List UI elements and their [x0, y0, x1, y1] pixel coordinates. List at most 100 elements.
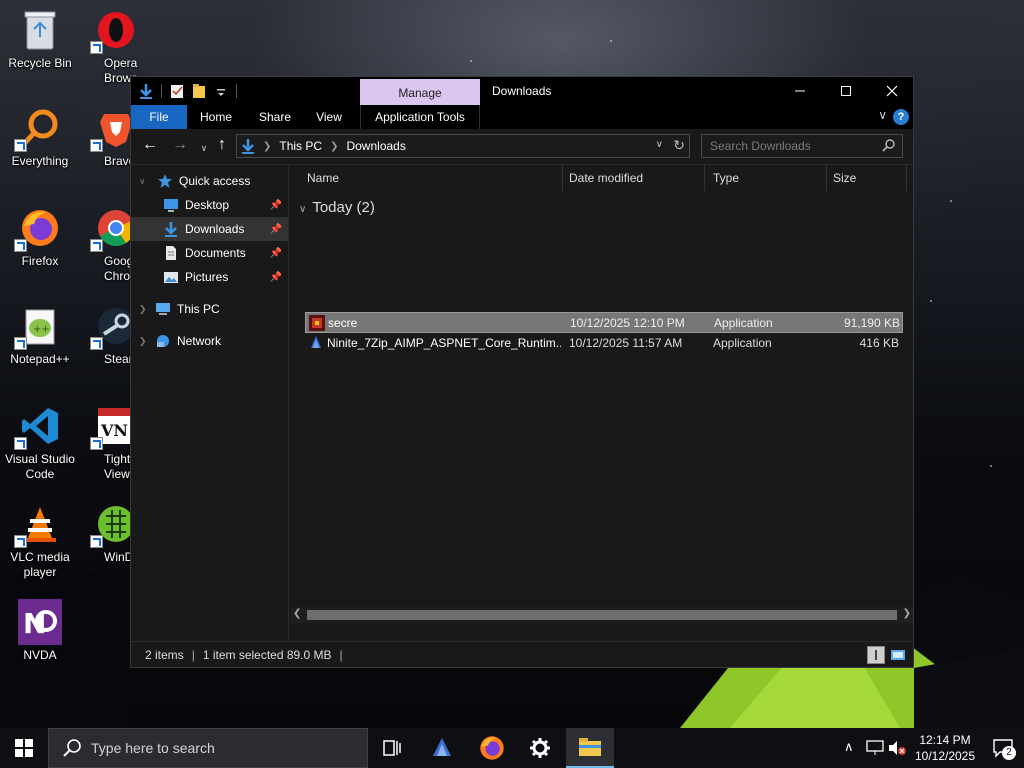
expand-ribbon-chevron-icon[interactable]: ∨ [878, 108, 887, 122]
tab-application-tools[interactable]: Application Tools [360, 105, 480, 129]
close-icon [886, 85, 898, 97]
search-icon [63, 739, 81, 757]
shortcut-arrow-icon [14, 535, 27, 548]
column-header-date-modified[interactable]: Date modified [561, 165, 705, 191]
title-bar[interactable]: Manage Downloads [131, 77, 913, 105]
show-hidden-icons-chevron-icon[interactable]: ∧ [844, 739, 854, 755]
desktop-icon-vlc[interactable]: VLC media player [0, 502, 80, 580]
taskbar-app-firefox[interactable] [468, 728, 516, 768]
star-icon [158, 174, 172, 188]
expand-chevron-icon[interactable]: ❯ [139, 304, 147, 315]
desktop-icon [164, 199, 178, 212]
group-header-today[interactable]: ∨ Today (2) [299, 199, 375, 216]
desktop-icon-opera[interactable]: Opera Brows [76, 8, 156, 86]
file-row-ninite[interactable]: Ninite_7Zip_AIMP_ASPNET_Core_Runtim... 1… [305, 333, 903, 354]
tab-share[interactable]: Share [253, 105, 297, 129]
search-input[interactable] [702, 135, 872, 157]
status-separator: | [191, 647, 195, 662]
maximize-button[interactable] [823, 77, 869, 105]
file-date: 10/12/2025 12:10 PM [570, 316, 685, 330]
nav-item-this-pc[interactable]: ❯ This PC [131, 297, 288, 321]
nav-item-desktop[interactable]: Desktop 📌 [131, 193, 288, 217]
tab-home[interactable]: Home [191, 105, 241, 129]
opera-icon [90, 8, 138, 54]
desktop-icon-everything[interactable]: Everything [0, 106, 80, 169]
nav-item-downloads[interactable]: Downloads 📌 [131, 217, 288, 241]
downloads-arrow-icon [140, 84, 152, 99]
desktop-icon-vscode[interactable]: Visual Studio Code [0, 404, 80, 482]
desktop-icon-firefox[interactable]: Firefox [0, 206, 80, 269]
shortcut-arrow-icon [90, 535, 103, 548]
nav-item-pictures[interactable]: Pictures 📌 [131, 265, 288, 289]
taskbar-search-input[interactable] [91, 740, 351, 756]
new-folder-icon[interactable] [192, 83, 206, 99]
properties-icon[interactable] [170, 83, 184, 99]
desktop-icon-notepad-plus-plus[interactable]: ++ Notepad++ [0, 304, 80, 367]
desktop-icon-nvda[interactable]: N NVDA [0, 599, 80, 663]
network-icon [157, 335, 169, 347]
column-header-name[interactable]: Name [299, 165, 563, 191]
breadcrumb-this-pc[interactable]: This PC [279, 139, 322, 153]
tab-file[interactable]: File [131, 105, 187, 129]
desktop-icon-recycle-bin[interactable]: Recycle Bin [0, 8, 80, 71]
search-icon[interactable] [882, 138, 896, 152]
start-button[interactable] [0, 728, 48, 768]
status-bar: 2 items | 1 item selected 89.0 MB | [131, 641, 913, 667]
recent-locations-chevron-icon[interactable]: ∨ [195, 140, 213, 156]
large-icons-view-button[interactable] [889, 646, 907, 664]
pin-icon: 📌 [269, 223, 282, 235]
column-header-row: Name Date modified Type Size [291, 165, 913, 191]
manage-contextual-tab[interactable]: Manage [360, 79, 480, 105]
file-name: secre [328, 316, 358, 330]
minimize-button[interactable] [777, 77, 823, 105]
pin-icon: 📌 [269, 199, 282, 211]
breadcrumb-separator-icon: ❯ [330, 140, 339, 152]
expand-chevron-icon[interactable]: ❯ [139, 336, 147, 347]
column-header-type[interactable]: Type [705, 165, 827, 191]
volume-muted-icon[interactable] [888, 740, 906, 756]
network-status-icon[interactable] [866, 740, 884, 756]
file-date: 10/12/2025 11:57 AM [569, 336, 683, 350]
file-type: Application [713, 336, 772, 350]
nav-item-documents[interactable]: Documents 📌 [131, 241, 288, 265]
scroll-left-icon[interactable]: ❮ [293, 608, 301, 619]
collapse-chevron-icon[interactable]: ∨ [299, 204, 306, 215]
file-row-secre[interactable]: secre 10/12/2025 12:10 PM Application 91… [305, 312, 903, 333]
taskbar-app-settings[interactable] [516, 728, 564, 768]
taskbar-search-box[interactable] [48, 728, 368, 768]
forward-arrow-icon[interactable]: → [171, 137, 189, 153]
help-icon[interactable]: ? [893, 109, 909, 125]
refresh-icon[interactable]: ↻ [673, 137, 685, 154]
everything-icon [14, 106, 62, 152]
tab-view[interactable]: View [311, 105, 347, 129]
search-box[interactable] [701, 134, 903, 158]
horizontal-scrollbar[interactable]: ❮ ❯ [291, 607, 913, 623]
nav-item-label: Downloads [185, 222, 245, 236]
up-arrow-icon[interactable]: ↑ [213, 137, 231, 153]
file-name: Ninite_7Zip_AIMP_ASPNET_Core_Runtim... [327, 336, 561, 350]
details-view-button[interactable] [867, 646, 885, 664]
action-center-button[interactable]: 2 [992, 738, 1016, 760]
address-bar[interactable]: ❯ This PC ❯ Downloads ∨ ↻ [236, 134, 690, 158]
firefox-icon [14, 206, 62, 252]
address-history-chevron-icon[interactable]: ∨ [656, 139, 663, 150]
task-view-button[interactable] [368, 728, 416, 768]
taskbar-app-file-explorer[interactable] [566, 728, 614, 768]
customize-toolbar-icon[interactable] [214, 83, 228, 99]
taskbar-clock[interactable]: 12:14 PM 10/12/2025 [910, 732, 980, 764]
nav-item-label: Desktop [185, 198, 230, 212]
column-header-size[interactable]: Size [825, 165, 907, 191]
nav-item-network[interactable]: ❯ Network [131, 329, 288, 353]
close-button[interactable] [869, 77, 915, 105]
breadcrumb-downloads[interactable]: Downloads [346, 139, 405, 153]
back-arrow-icon[interactable]: ← [141, 137, 159, 153]
desktop-icon-label: NVDA [23, 648, 57, 662]
nav-item-quick-access[interactable]: ∨ Quick access [131, 169, 288, 193]
scroll-right-icon[interactable]: ❯ [903, 608, 911, 619]
collapse-chevron-icon[interactable]: ∨ [139, 176, 146, 187]
taskbar-app-ninite[interactable] [418, 728, 466, 768]
shortcut-arrow-icon [14, 239, 27, 252]
scrollbar-thumb[interactable] [307, 610, 897, 620]
file-explorer-icon [579, 738, 601, 756]
pin-icon: 📌 [269, 271, 282, 283]
